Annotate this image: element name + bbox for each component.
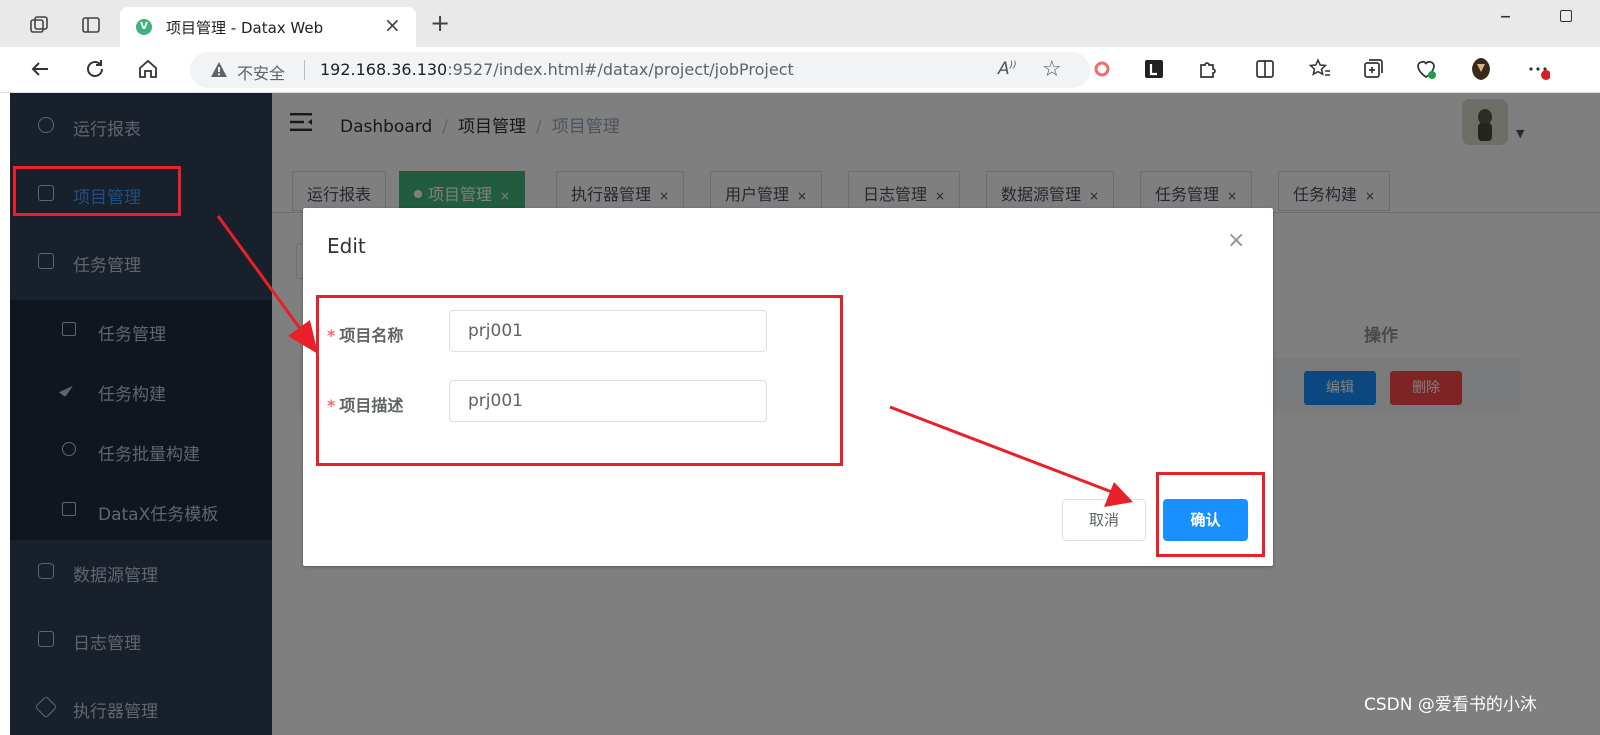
browser-tab[interactable]: V 项目管理 - Datax Web × — [120, 7, 416, 47]
home-icon[interactable] — [136, 57, 160, 81]
favorite-star-icon[interactable]: ☆ — [1042, 57, 1062, 82]
browser-essentials-icon[interactable] — [1414, 57, 1438, 81]
browser-toolbar: 不安全 192.168.36.130:9527/index.html#/data… — [0, 47, 1600, 93]
browser-tab-bar: V 项目管理 - Datax Web × + – — [0, 0, 1600, 47]
url-host: 192.168.36.130 — [320, 60, 448, 79]
highlight-box-sidebar — [13, 166, 181, 216]
url-text[interactable]: 192.168.36.130:9527/index.html#/datax/pr… — [320, 60, 794, 79]
minimize-icon[interactable]: – — [1500, 4, 1511, 29]
refresh-icon[interactable] — [83, 57, 107, 81]
highlight-box-confirm — [1156, 472, 1265, 557]
vue-favicon-icon: V — [136, 19, 152, 35]
new-tab-icon[interactable]: + — [430, 11, 450, 35]
read-aloud-icon[interactable]: A)) — [998, 59, 1017, 79]
tab-actions-icon[interactable] — [80, 14, 102, 36]
close-icon[interactable]: × — [1227, 230, 1245, 252]
insecure-label[interactable]: 不安全 — [237, 60, 285, 84]
address-divider — [304, 60, 305, 80]
browser-tab-title: 项目管理 - Datax Web — [166, 19, 324, 37]
warning-icon[interactable] — [210, 61, 228, 79]
back-icon[interactable] — [28, 57, 52, 81]
cancel-button[interactable]: 取消 — [1062, 499, 1146, 541]
extension-circle-icon[interactable] — [1090, 57, 1114, 81]
favorites-icon[interactable] — [1308, 57, 1332, 81]
more-menu-icon[interactable] — [1526, 57, 1550, 81]
csdn-watermark: CSDN @爱看书的小沐 — [1364, 695, 1537, 715]
workspaces-icon[interactable] — [28, 14, 50, 36]
address-bar[interactable]: 不安全 192.168.36.130:9527/index.html#/data… — [190, 52, 1090, 88]
collections-icon[interactable] — [1361, 57, 1385, 81]
profile-avatar-icon[interactable] — [1466, 54, 1496, 84]
close-tab-icon[interactable]: × — [384, 15, 401, 35]
extension-l-icon[interactable] — [1142, 57, 1166, 81]
url-path: :9527/index.html#/datax/project/jobProje… — [447, 60, 794, 79]
dialog-title: Edit — [327, 234, 366, 258]
maximize-icon[interactable] — [1560, 10, 1572, 22]
split-screen-icon[interactable] — [1253, 57, 1277, 81]
extensions-puzzle-icon[interactable] — [1196, 57, 1220, 81]
highlight-box-form — [316, 295, 843, 466]
